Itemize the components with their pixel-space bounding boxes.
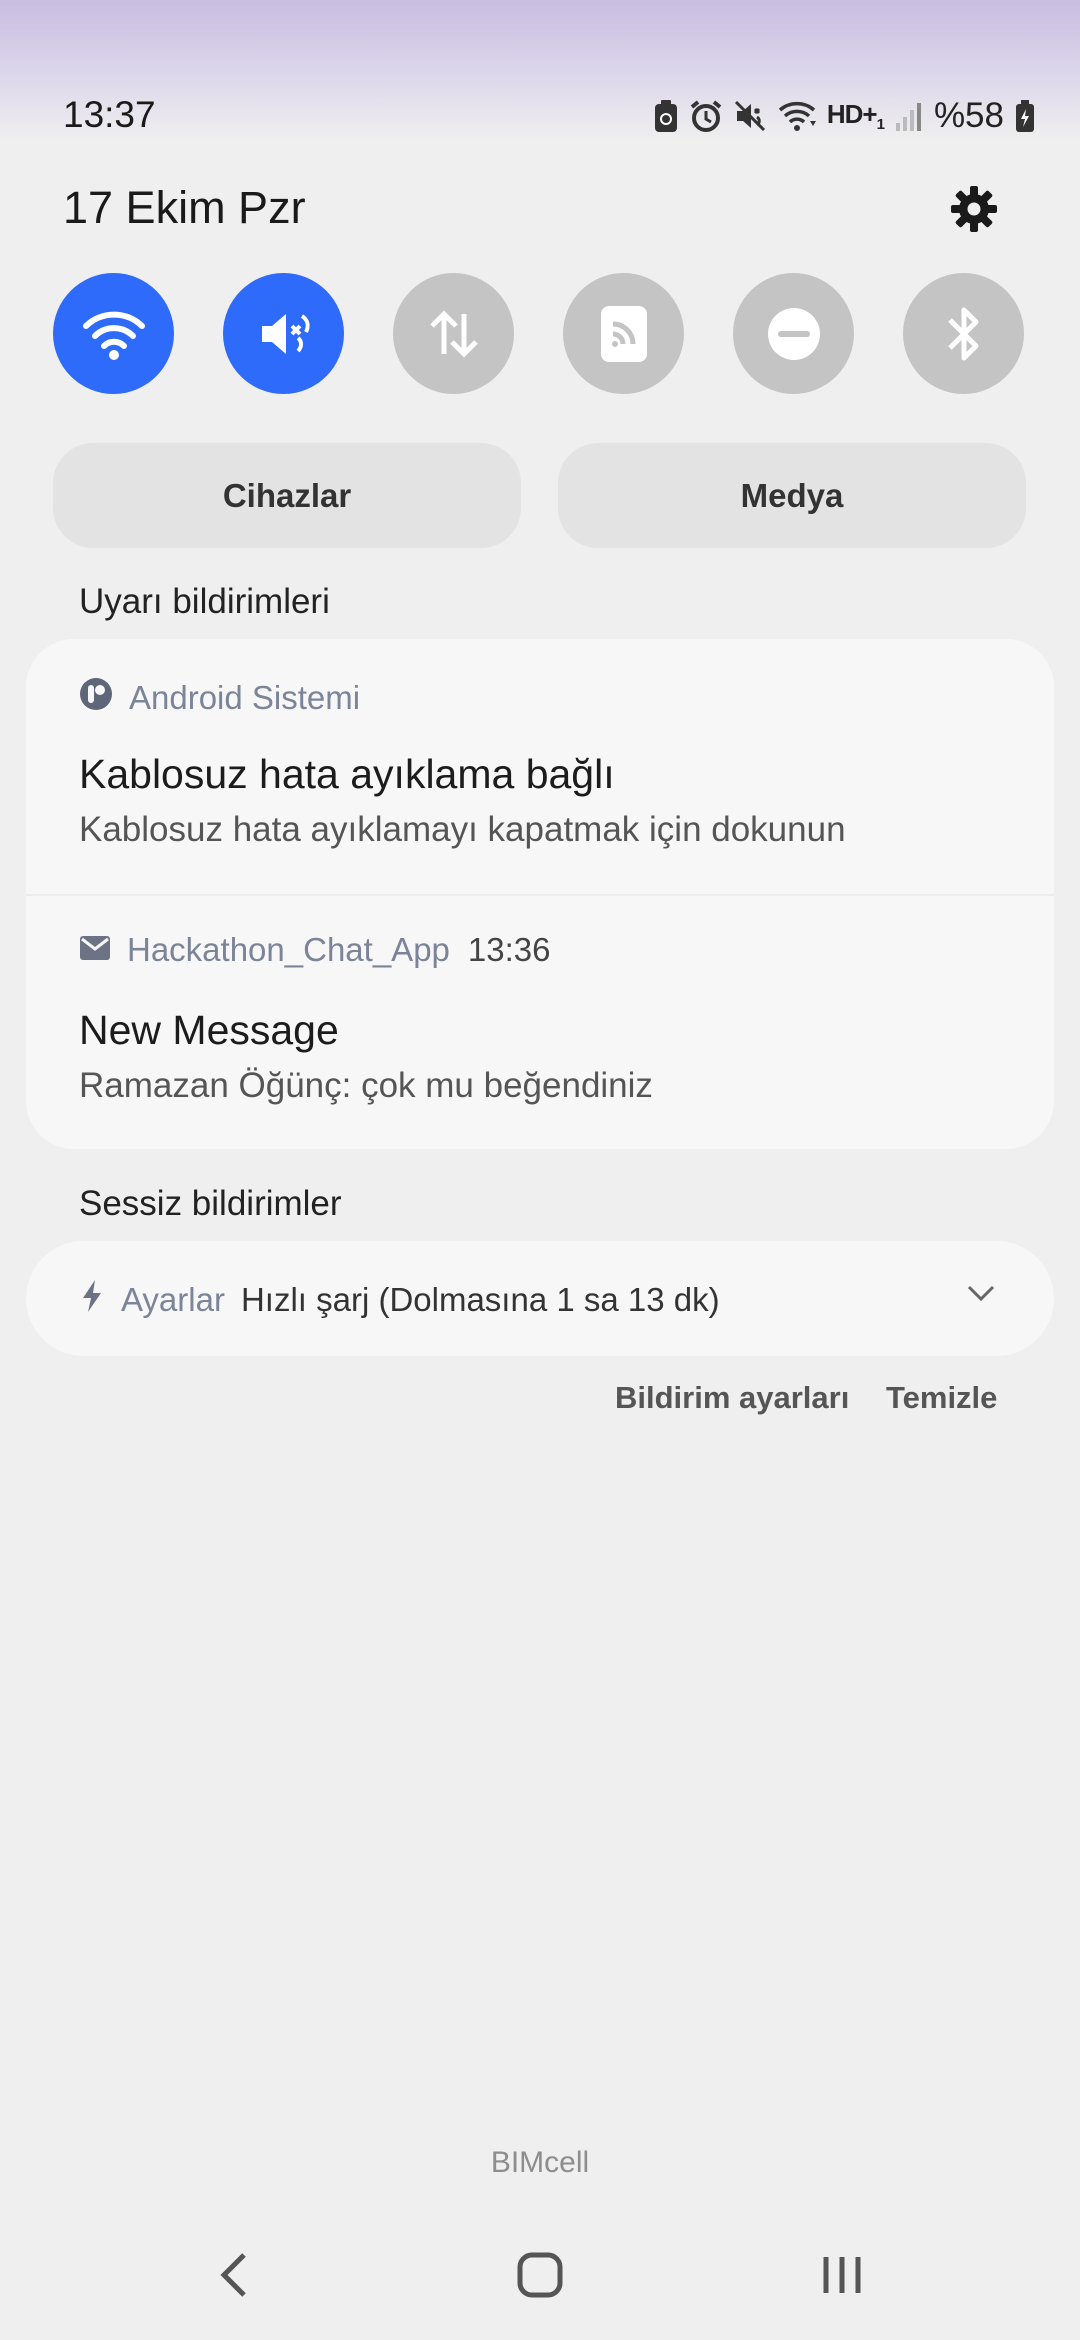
notification-text: Kablosuz hata ayıklamayı kapatmak için d… <box>79 810 846 849</box>
status-time: 13:37 <box>63 94 156 135</box>
alarm-icon <box>689 99 723 133</box>
android-system-icon <box>79 677 113 719</box>
recent-apps-button[interactable] <box>812 2245 872 2305</box>
notification-app-row: Ayarlar Hızlı şarj (Dolmasına 1 sa 13 dk… <box>79 1279 720 1321</box>
mail-icon <box>79 931 111 969</box>
battery-percent: %58 <box>933 96 1004 135</box>
silent-section-title: Sessiz bildirimler <box>79 1184 342 1223</box>
back-button[interactable] <box>206 2245 266 2305</box>
battery-saver-icon <box>653 99 679 133</box>
mobile-data-toggle[interactable] <box>393 273 514 394</box>
notification-settings-button[interactable]: Bildirim ayarları <box>615 1380 849 1416</box>
recent-apps-icon <box>823 2257 861 2293</box>
notification-time: 13:36 <box>467 931 551 968</box>
data-transfer-icon <box>429 309 478 358</box>
nfc-toggle[interactable] <box>563 273 684 394</box>
signal-icon <box>894 99 924 133</box>
silent-notification-charging[interactable]: Ayarlar Hızlı şarj (Dolmasına 1 sa 13 dk… <box>26 1241 1054 1356</box>
nfc-icon <box>600 305 647 362</box>
status-bar: 13:37 HD+1 %58 <box>0 88 1080 144</box>
media-button[interactable]: Medya <box>558 443 1026 548</box>
home-icon <box>517 2252 563 2298</box>
notification-app-name: Hackathon_Chat_App <box>127 931 450 968</box>
notification-hackathon-chat[interactable]: Hackathon_Chat_App 13:36 New Message Ram… <box>26 895 1054 1149</box>
mute-icon <box>261 313 310 354</box>
settings-gear-icon[interactable] <box>949 184 999 234</box>
home-button[interactable] <box>510 2245 570 2305</box>
do-not-disturb-icon <box>767 307 820 360</box>
devices-button[interactable]: Cihazlar <box>53 443 521 548</box>
do-not-disturb-toggle[interactable] <box>733 273 854 394</box>
status-icons: HD+1 %58 <box>653 92 1036 140</box>
notification-android-system[interactable]: Android Sistemi Kablosuz hata ayıklama b… <box>26 639 1054 894</box>
alerts-card: Android Sistemi Kablosuz hata ayıklama b… <box>26 639 1054 1149</box>
battery-icon <box>1014 99 1036 133</box>
notification-app-name: Ayarlar <box>121 1281 225 1318</box>
alerts-section-title: Uyarı bildirimleri <box>79 582 330 621</box>
notification-text: Ramazan Öğünç: çok mu beğendiniz <box>79 1066 653 1105</box>
notification-text: Hızlı şarj (Dolmasına 1 sa 13 dk) <box>240 1281 720 1318</box>
network-type: HD+1 <box>826 98 885 134</box>
carrier-label: BIMcell <box>490 2146 590 2179</box>
bluetooth-icon <box>947 307 978 360</box>
back-icon <box>220 2253 246 2297</box>
sound-mute-toggle[interactable] <box>223 273 344 394</box>
notification-app-row: Hackathon_Chat_App 13:36 <box>79 931 551 969</box>
date-label: 17 Ekim Pzr <box>63 182 306 233</box>
lightning-icon <box>79 1279 105 1321</box>
bluetooth-toggle[interactable] <box>903 273 1024 394</box>
clear-button[interactable]: Temizle <box>886 1380 997 1416</box>
notification-app-name: Android Sistemi <box>129 679 361 716</box>
mute-icon <box>733 99 767 133</box>
wifi-icon <box>777 99 817 133</box>
notification-app-row: Android Sistemi <box>79 677 360 719</box>
wifi-icon <box>82 311 145 360</box>
notification-title: Kablosuz hata ayıklama bağlı <box>79 751 615 797</box>
quick-toggles <box>53 273 1025 395</box>
wifi-toggle[interactable] <box>53 273 174 394</box>
chevron-down-icon[interactable] <box>966 1283 996 1308</box>
notification-title: New Message <box>79 1007 339 1053</box>
